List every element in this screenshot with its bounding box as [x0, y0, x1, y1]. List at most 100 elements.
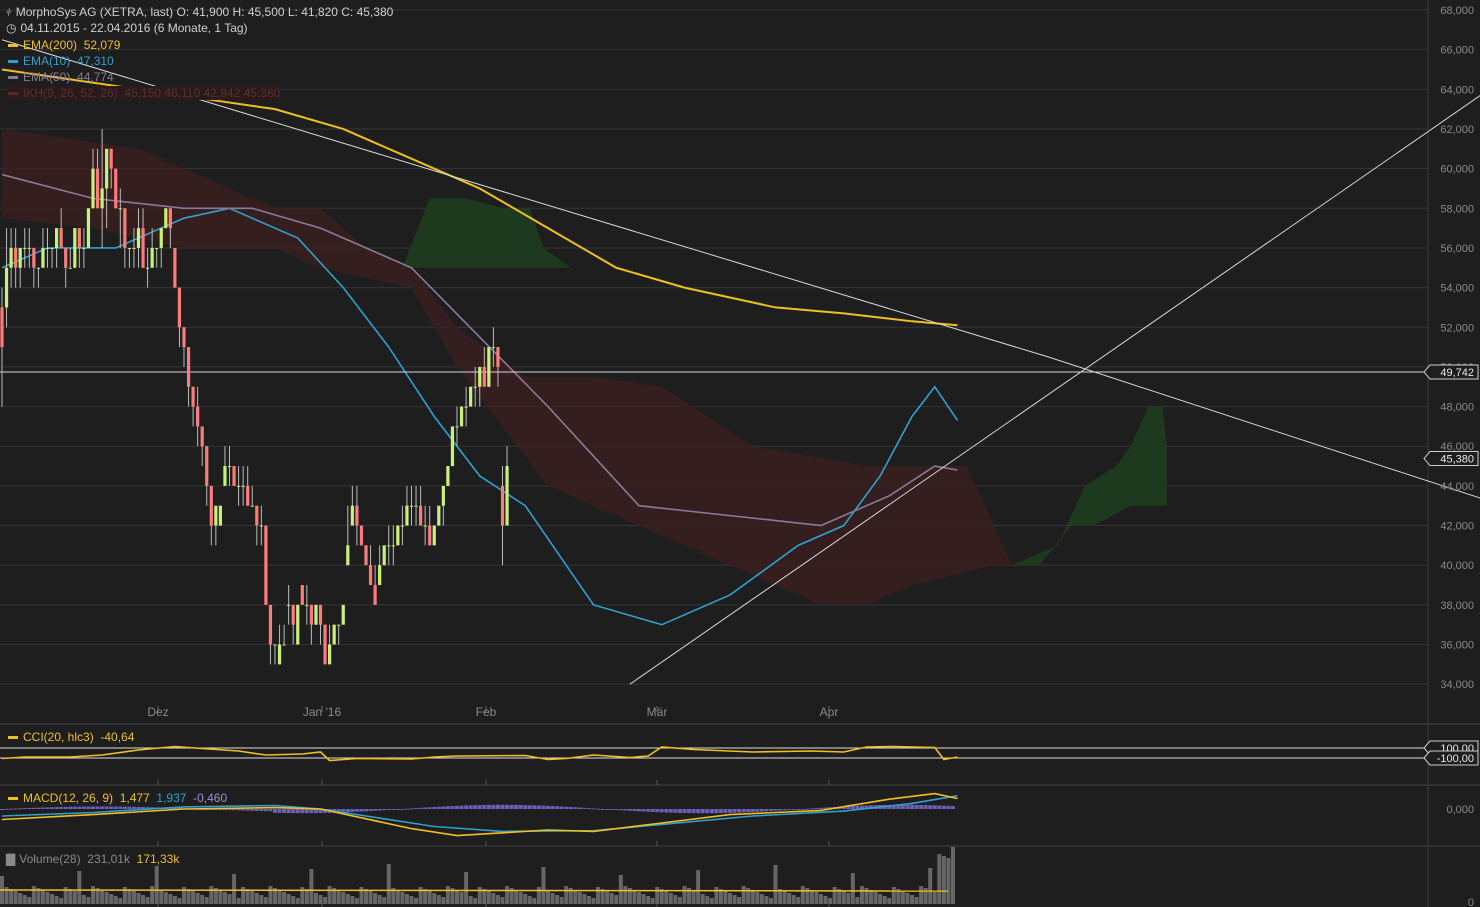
macd-histogram-bar [705, 809, 710, 814]
macd-histogram-bar [655, 809, 660, 813]
macd-histogram-bar [946, 805, 951, 809]
volume-bar [364, 889, 368, 904]
clock-icon: ◷ [6, 21, 17, 35]
macd-histogram-bar [404, 808, 409, 810]
macd-histogram-bar [591, 808, 596, 810]
legend-ema10[interactable]: EMA(10) 47,310 [8, 54, 114, 68]
macd-histogram-bar [118, 806, 123, 809]
y-tick-label: 40,000 [1440, 560, 1474, 572]
candle-body [123, 208, 127, 248]
volume-bar [295, 898, 300, 904]
cci-legend[interactable]: CCI(20, hlc3) -40,64 [8, 730, 134, 744]
candle-body [214, 505, 218, 526]
volume-bar [86, 897, 91, 904]
legend-ema50[interactable]: EMA(50) 44,774 [8, 70, 114, 84]
x-tick-label: Dez [147, 705, 168, 719]
volume-bar [596, 887, 601, 904]
macd-histogram-bar [0, 809, 4, 810]
macd-histogram-bar [241, 809, 246, 811]
candle [296, 604, 300, 645]
macd-histogram-bar [436, 806, 441, 809]
macd-histogram-bar [596, 808, 601, 810]
volume-bar [131, 891, 136, 904]
y-tick-label: 64,000 [1440, 84, 1474, 96]
macd-histogram-bar [236, 809, 241, 811]
macd-histogram-bar [750, 809, 755, 812]
volume-bar [259, 895, 264, 904]
candle-body [391, 545, 395, 547]
volume-bar [350, 896, 355, 904]
volume-bar [532, 898, 537, 904]
macd-histogram-bar [700, 809, 705, 814]
volume-bar [227, 894, 232, 904]
volume-bar [13, 891, 18, 904]
candle-body [150, 247, 154, 268]
volume-bar [750, 890, 755, 904]
macd-histogram-bar [368, 809, 373, 812]
volume-bar [409, 896, 414, 904]
candle-body [455, 426, 459, 428]
macd-histogram-bar [627, 809, 632, 811]
candle-body [41, 247, 45, 268]
macd-histogram-bar [100, 806, 105, 809]
candle-body [332, 624, 336, 645]
volume-bar [900, 891, 905, 904]
candle-body [223, 466, 227, 486]
candle-body [482, 366, 486, 387]
candle-body [227, 466, 232, 468]
volume-bar [282, 892, 287, 904]
candle-body [337, 624, 341, 626]
volume-bar [668, 893, 673, 904]
candle-body [196, 406, 200, 427]
candle-body [341, 604, 345, 625]
candle-body [350, 505, 354, 526]
candle [487, 347, 491, 387]
candle [218, 505, 222, 526]
macd-histogram-bar [618, 809, 623, 811]
candle [323, 624, 327, 665]
y-tick-label: 66,000 [1440, 45, 1474, 57]
volume-bar [91, 886, 95, 904]
volume-bar [27, 897, 32, 904]
macd-histogram-bar [455, 805, 459, 809]
volume-bar [946, 858, 951, 904]
macd-histogram-bar [459, 805, 464, 809]
macd-histogram-bar [104, 806, 109, 809]
candle-body [318, 604, 323, 625]
legend-ikh[interactable]: IKH(9, 26, 52, 26) 45,150 46,110 42,942 … [8, 86, 281, 100]
macd-histogram-bar [709, 809, 714, 814]
candle [382, 545, 386, 566]
volume-bar [650, 898, 655, 904]
volume-bar [577, 892, 582, 904]
volume-average-line [0, 889, 949, 892]
macd-histogram-bar [746, 809, 751, 813]
macd-legend[interactable]: MACD(12, 26, 9) 1,477 1,937 -0,460 [8, 791, 227, 805]
volume-bar [791, 895, 796, 904]
volume-bar [641, 894, 646, 904]
macd-histogram-bar [40, 807, 45, 809]
macd-histogram-bar [732, 809, 737, 813]
volume-bar [500, 897, 505, 904]
volume-bar [905, 893, 910, 904]
macd-histogram-bar [586, 808, 591, 810]
candle-body [132, 247, 136, 249]
header-period: ◷ 04.11.2015 - 22.04.2016 (6 Monate, 1 Ta… [6, 21, 248, 35]
candle-body [4, 267, 9, 308]
candle-body [105, 148, 109, 189]
macd-histogram-bar [659, 809, 664, 813]
volume-legend[interactable]: ▇ Volume(28) 231,01k 171,33k [6, 852, 179, 866]
macd-histogram-bar [286, 809, 291, 814]
volume-bar [236, 898, 241, 904]
y-tick-label: 38,000 [1440, 600, 1474, 612]
candle-body [0, 307, 4, 348]
volume-bar [550, 893, 555, 904]
candle-body [191, 386, 195, 407]
macd-histogram-bar [600, 809, 605, 810]
candle-body [73, 228, 77, 268]
candle-body [373, 585, 377, 605]
candle-body [287, 604, 291, 606]
macd-histogram-bar [373, 809, 378, 811]
candle-body [182, 327, 186, 348]
macd-histogram-bar [505, 804, 510, 809]
legend-ema200[interactable]: EMA(200) 52,079 [8, 38, 120, 52]
